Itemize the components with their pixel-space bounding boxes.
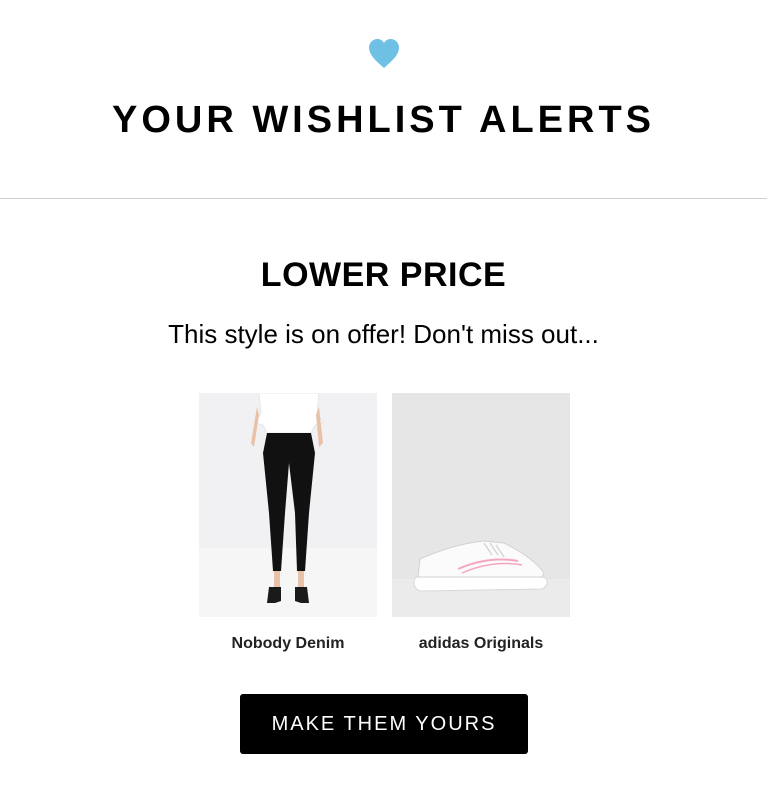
product-card-nobody-denim[interactable]: Nobody Denim (199, 393, 377, 652)
product-image-sneaker[interactable] (392, 393, 570, 617)
alert-heading: LOWER PRICE (260, 256, 507, 294)
header-divider (0, 198, 767, 199)
product-image-jeans[interactable] (199, 393, 377, 617)
heart-icon (369, 39, 399, 68)
email-header: YOUR WISHLIST ALERTS (0, 0, 767, 199)
product-brand-label[interactable]: Nobody Denim (179, 634, 397, 654)
page-title: YOUR WISHLIST ALERTS (111, 99, 656, 141)
make-them-yours-button[interactable]: MAKE THEM YOURS (240, 694, 528, 754)
product-brand-label[interactable]: adidas Originals (372, 634, 590, 654)
alert-message: This style is on offer! Don't miss out..… (168, 319, 599, 349)
product-card-adidas-originals[interactable]: adidas Originals (392, 393, 570, 652)
